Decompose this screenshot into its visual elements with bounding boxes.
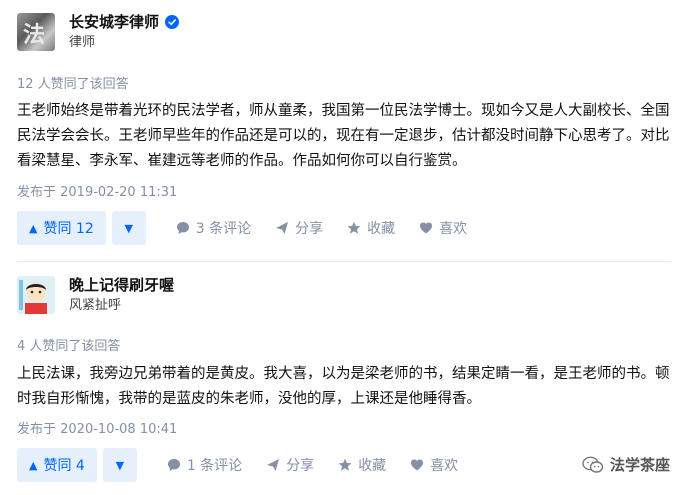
action-bar: ▲ 赞同 12 ▼ 3 条评论 分享 收藏 喜欢 [17, 211, 467, 245]
author-info: 晚上记得刷牙喔 风紧扯呼 [17, 276, 174, 314]
triangle-down-icon: ▼ [124, 221, 133, 235]
votes-summary: 4 人赞同了该回答 [17, 339, 121, 354]
comment-button[interactable]: 1 条评论 [167, 455, 242, 475]
avatar[interactable]: 法 [17, 13, 55, 51]
collect-label: 收藏 [367, 221, 396, 237]
author-name[interactable]: 长安城李律师 [69, 13, 159, 31]
publish-time[interactable]: 发布于 2020-10-08 10:41 [17, 418, 177, 437]
heart-icon [411, 459, 424, 471]
share-button[interactable]: 分享 [275, 218, 323, 238]
like-label: 喜欢 [439, 221, 468, 237]
upvote-button[interactable]: ▲ 赞同 4 [17, 448, 97, 482]
downvote-button[interactable]: ▼ [111, 211, 146, 245]
upvote-label: 赞同 12 [43, 221, 94, 237]
author-headline: 律师 [69, 35, 96, 50]
star-icon [338, 458, 352, 471]
wechat-icon [582, 456, 604, 473]
collect-button[interactable]: 收藏 [347, 218, 395, 238]
collect-button[interactable]: 收藏 [338, 455, 386, 475]
author-headline: 风紧扯呼 [69, 298, 122, 313]
upvote-label: 赞同 4 [43, 458, 85, 474]
downvote-button[interactable]: ▼ [102, 448, 137, 482]
watermark-text: 法学茶座 [609, 456, 670, 474]
heart-icon [420, 222, 433, 234]
upvote-button[interactable]: ▲ 赞同 12 [17, 211, 106, 245]
avatar-image-law: 法 [23, 22, 46, 48]
answer-card: 法 长安城李律师 律师 12 人赞同了该回答 王老师始终是带着光环的民法学者，师… [0, 0, 688, 258]
publish-time[interactable]: 发布于 2019-02-20 11:31 [17, 181, 177, 200]
share-label: 分享 [286, 458, 315, 474]
like-button[interactable]: 喜欢 [419, 218, 467, 238]
like-label: 喜欢 [430, 458, 459, 474]
share-button[interactable]: 分享 [266, 455, 314, 475]
watermark: 法学茶座 [582, 454, 670, 475]
comment-icon [167, 459, 180, 471]
votes-summary: 12 人赞同了该回答 [17, 77, 129, 92]
author-name[interactable]: 晚上记得刷牙喔 [69, 276, 174, 294]
author-info: 法 长安城李律师 律师 [17, 13, 180, 51]
triangle-up-icon: ▲ [29, 458, 38, 472]
collect-label: 收藏 [358, 458, 387, 474]
verified-badge-icon [165, 15, 180, 29]
share-icon [267, 459, 280, 471]
avatar[interactable] [17, 276, 55, 314]
triangle-down-icon: ▼ [115, 458, 125, 472]
avatar-image-cartoon [17, 276, 55, 314]
triangle-up-icon: ▲ [29, 221, 38, 235]
action-bar: ▲ 赞同 4 ▼ 1 条评论 分享 收藏 喜欢 [17, 448, 458, 482]
comment-label: 1 条评论 [186, 458, 243, 474]
share-label: 分享 [295, 221, 324, 237]
comment-button[interactable]: 3 条评论 [176, 218, 251, 238]
star-icon [347, 221, 361, 234]
like-button[interactable]: 喜欢 [410, 455, 458, 475]
answer-content: 王老师始终是带着光环的民法学者，师从童柔，我国第一位民法学博士。现如今又是人大副… [17, 103, 670, 169]
comment-icon [176, 222, 189, 234]
share-icon [276, 222, 289, 234]
comment-label: 3 条评论 [195, 221, 252, 237]
answer-content: 上民法课，我旁边兄弟带着的是黄皮。我大喜，以为是梁老师的书，结果定睛一看，是王老… [17, 366, 670, 407]
